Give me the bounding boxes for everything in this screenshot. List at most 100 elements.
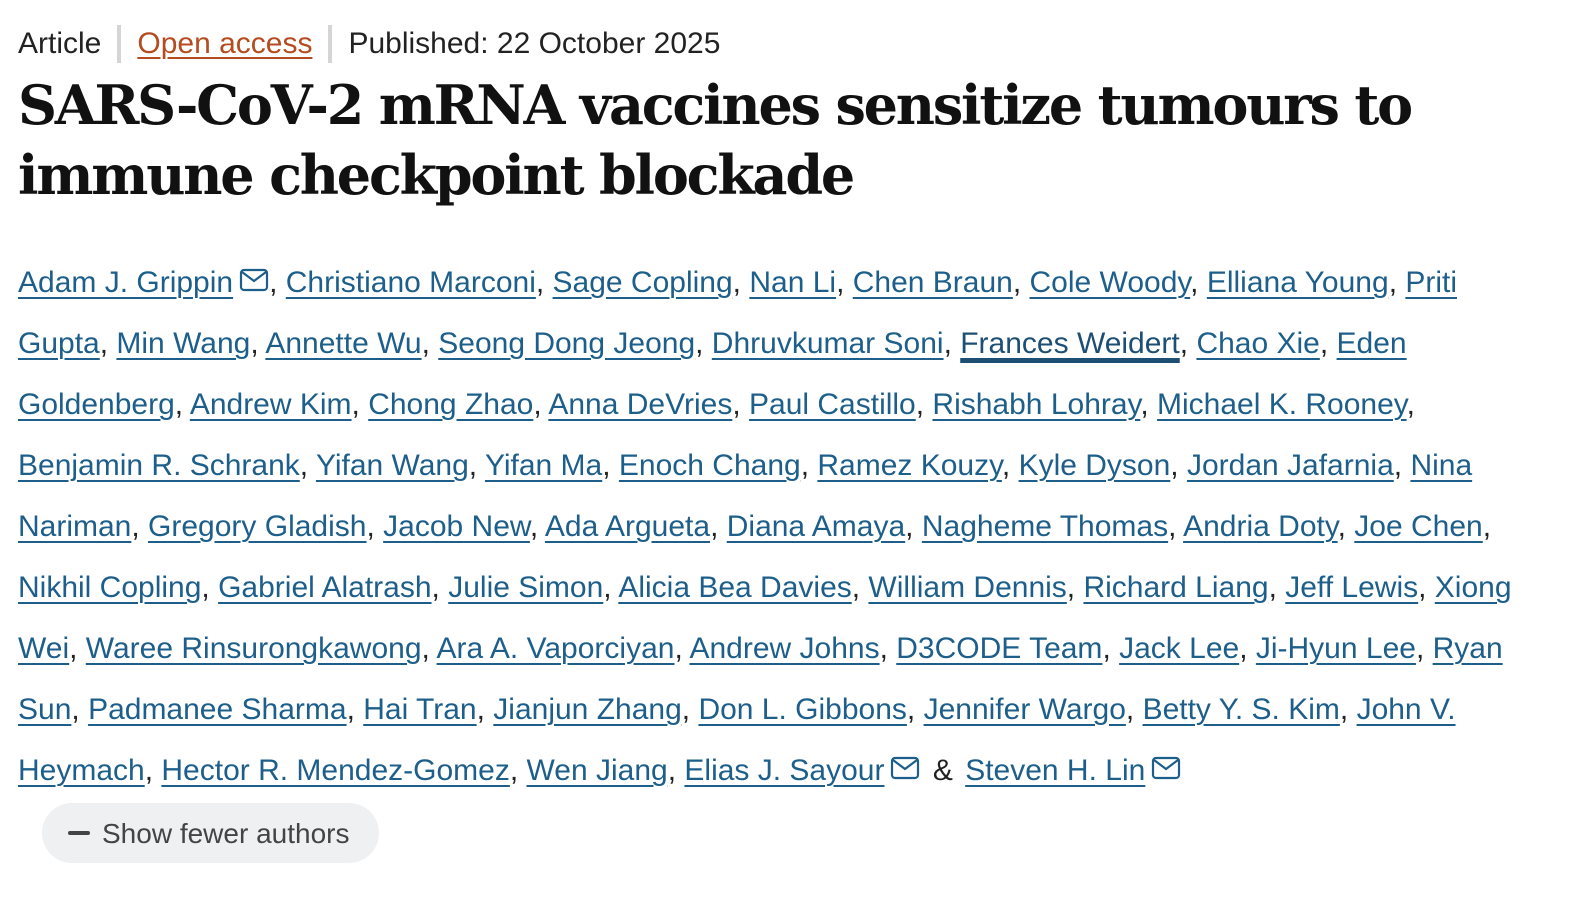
author-link[interactable]: Jennifer Wargo (924, 693, 1126, 726)
author-link[interactable]: Yifan Wang (316, 449, 469, 482)
author-link[interactable]: Elias J. Sayour (684, 754, 884, 787)
author-link[interactable]: Alicia Bea Davies (618, 571, 851, 604)
author-separator: , (603, 571, 619, 604)
author-separator: , (269, 266, 286, 299)
author-link[interactable]: Nan Li (749, 266, 836, 299)
author-link[interactable]: Jacob New (383, 510, 530, 543)
published-date: Published: 22 October 2025 (348, 27, 721, 60)
author-link[interactable]: Ramez Kouzy (817, 449, 1002, 482)
author-link[interactable]: Annette Wu (265, 327, 421, 360)
author-link[interactable]: Rishabh Lohray (932, 388, 1140, 421)
author-separator: , (836, 266, 853, 299)
author-separator: , (1168, 510, 1184, 543)
author-link[interactable]: Julie Simon (448, 571, 603, 604)
author-link[interactable]: Gabriel Alatrash (218, 571, 431, 604)
author-link[interactable]: Elliana Young (1207, 266, 1389, 299)
author-link[interactable]: D3CODE Team (896, 632, 1102, 665)
author-link[interactable]: Andria Doty (1183, 510, 1338, 543)
envelope-icon[interactable] (239, 268, 269, 292)
author-separator: , (421, 632, 437, 665)
author-link[interactable]: Frances Weidert (960, 327, 1180, 360)
author-link[interactable]: Min Wang (116, 327, 250, 360)
author-separator: , (674, 632, 690, 665)
show-fewer-authors-button[interactable]: Show fewer authors (42, 803, 380, 864)
author-link[interactable]: Anna DeVries (548, 388, 732, 421)
author-link[interactable]: Dhruvkumar Soni (712, 327, 944, 360)
author-link[interactable]: Steven H. Lin (965, 754, 1145, 787)
author-link[interactable]: Don L. Gibbons (698, 693, 906, 726)
author-link[interactable]: Seong Dong Jeong (438, 327, 695, 360)
author-separator: , (366, 510, 384, 543)
author-separator: , (1388, 266, 1406, 299)
author-link[interactable]: Nikhil Copling (18, 571, 201, 604)
author-separator: , (468, 449, 485, 482)
author-separator: , (535, 266, 553, 299)
author-link[interactable]: Paul Castillo (749, 388, 916, 421)
author-link[interactable]: Andrew Kim (190, 388, 352, 421)
author-separator: , (695, 327, 712, 360)
author-separator: , (1482, 510, 1492, 543)
author-separator: , (201, 571, 219, 604)
author-separator: , (1415, 632, 1433, 665)
author-link[interactable]: Joe Chen (1354, 510, 1482, 543)
author-link[interactable]: Jack Lee (1119, 632, 1239, 665)
article-meta: Article Open access Published: 22 Octobe… (18, 20, 1576, 68)
author-link[interactable]: Jordan Jafarnia (1187, 449, 1394, 482)
author-separator: , (69, 632, 86, 665)
author-link[interactable]: Gregory Gladish (148, 510, 366, 543)
author-separator: , (1393, 449, 1411, 482)
author-link[interactable]: Hector R. Mendez-Gomez (161, 754, 509, 787)
open-access-link[interactable]: Open access (137, 20, 312, 68)
author-link[interactable]: Michael K. Rooney (1157, 388, 1407, 421)
envelope-icon[interactable] (890, 756, 920, 780)
author-separator: , (943, 327, 961, 360)
author-link[interactable]: Chen Braun (853, 266, 1013, 299)
author-separator: , (879, 632, 897, 665)
author-link[interactable]: Benjamin R. Schrank (18, 449, 300, 482)
author-link[interactable]: Padmanee Sharma (88, 693, 347, 726)
author-link[interactable]: Kyle Dyson (1019, 449, 1171, 482)
author-link[interactable]: Hai Tran (363, 693, 476, 726)
author-link[interactable]: Ara A. Vaporciyan (437, 632, 675, 665)
author-separator: , (1170, 449, 1187, 482)
author-link[interactable]: Nagheme Thomas (922, 510, 1168, 543)
author-separator: , (431, 571, 449, 604)
minus-icon (68, 831, 90, 836)
author-separator: , (1268, 571, 1286, 604)
author-link[interactable]: Adam J. Grippin (18, 266, 233, 299)
author-link[interactable]: Cole Woody (1030, 266, 1191, 299)
author-separator: , (476, 693, 494, 726)
author-ampersand: & (932, 754, 953, 787)
author-link[interactable]: Wen Jiang (527, 754, 668, 787)
author-separator: , (509, 754, 527, 787)
author-link[interactable]: Yifan Ma (485, 449, 602, 482)
author-separator: , (1066, 571, 1084, 604)
author-link[interactable]: Waree Rinsurongkawong (86, 632, 422, 665)
author-link[interactable]: Jeff Lewis (1285, 571, 1418, 604)
author-link[interactable]: Enoch Chang (619, 449, 801, 482)
author-link[interactable]: Sage Copling (553, 266, 733, 299)
author-link[interactable]: Chong Zhao (368, 388, 533, 421)
author-link[interactable]: Diana Amaya (727, 510, 905, 543)
author-link[interactable]: Jianjun Zhang (493, 693, 681, 726)
author-link[interactable]: Chao Xie (1196, 327, 1319, 360)
author-separator: , (1337, 510, 1355, 543)
author-link[interactable]: Richard Liang (1083, 571, 1268, 604)
author-separator: , (1339, 693, 1357, 726)
author-separator: , (421, 327, 439, 360)
author-link[interactable]: William Dennis (868, 571, 1066, 604)
author-separator: , (905, 510, 922, 543)
author-link[interactable]: Betty Y. S. Kim (1143, 693, 1340, 726)
author-separator: , (529, 510, 545, 543)
author-separator: , (1179, 327, 1197, 360)
article-title: SARS-CoV-2 mRNA vaccines sensitize tumou… (18, 73, 1413, 207)
author-link[interactable]: Ji-Hyun Lee (1256, 632, 1416, 665)
author-link[interactable]: Ada Argueta (545, 510, 710, 543)
show-fewer-authors-label: Show fewer authors (102, 817, 350, 849)
author-link[interactable]: Andrew Johns (689, 632, 879, 665)
envelope-icon[interactable] (1151, 756, 1181, 780)
author-separator: , (681, 693, 699, 726)
author-separator: , (533, 388, 549, 421)
author-link[interactable]: Christiano Marconi (286, 266, 536, 299)
author-separator: , (915, 388, 933, 421)
